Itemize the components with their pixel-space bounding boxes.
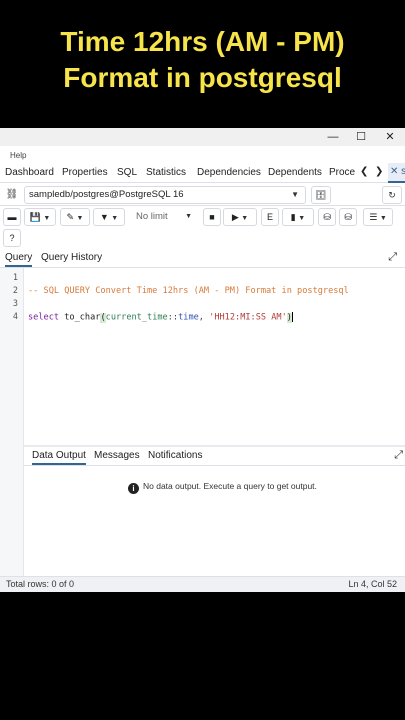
line-number: 2 [12, 286, 18, 296]
no-data-text: No data output. Execute a query to get o… [143, 481, 317, 491]
edit-pencil-icon[interactable]: ✎ ▼ [60, 208, 90, 226]
line-number: 3 [12, 299, 18, 309]
title-bar: — ☐ ✕ [0, 128, 405, 146]
tab-messages[interactable]: Messages [94, 450, 140, 461]
line-number: 1 [12, 273, 18, 283]
connection-link-icon[interactable]: ⛓ [5, 188, 19, 202]
row-limit-value: No limit [136, 211, 168, 222]
banner-title-line1: Time 12hrs (AM - PM) [60, 26, 345, 57]
code-line-select: select to_char(current_time::time, 'HH12… [28, 312, 293, 323]
tab-query-tool-active[interactable]: ✕ sa [388, 163, 405, 183]
code-keyword: select [28, 312, 60, 323]
expand-icon[interactable]: ⤢ [394, 449, 403, 462]
commit-icon[interactable]: ⛁ [318, 208, 336, 226]
maximize-button[interactable]: ☐ [347, 128, 375, 146]
menu-help[interactable]: Help [10, 151, 26, 160]
line-number: 4 [12, 312, 18, 322]
code-separator: , [198, 312, 210, 323]
tab-query[interactable]: Query [5, 252, 33, 267]
tab-processes[interactable]: Proce [329, 167, 355, 178]
code-string: 'HH12:MI:SS AM' [209, 312, 287, 323]
tab-notifications[interactable]: Notifications [148, 450, 202, 461]
rollback-icon[interactable]: ⛁ [339, 208, 357, 226]
status-bar: Total rows: 0 of 0 Ln 4, Col 52 [0, 576, 405, 592]
explain-analyze-chart-icon[interactable]: ▮ ▼ [282, 208, 314, 226]
code-function: to_char [64, 312, 101, 323]
help-icon[interactable]: ? [3, 229, 21, 247]
banner-title-line2: Format in postgresql [63, 62, 342, 93]
cursor-position: Ln 4, Col 52 [348, 579, 397, 589]
tab-scroll-left-icon[interactable]: ❮ [360, 166, 368, 177]
stop-icon[interactable]: ■ [203, 208, 221, 226]
refresh-icon-button[interactable]: ↻ [382, 186, 402, 204]
connection-bar: ⛓ sampledb/postgres@PostgreSQL 16 ▼ 🗄 ↻ [0, 184, 405, 206]
tab-query-history[interactable]: Query History [41, 252, 102, 263]
close-window-button[interactable]: ✕ [376, 128, 404, 146]
video-title-banner: Time 12hrs (AM - PM) Format in postgresq… [0, 0, 405, 128]
open-file-icon[interactable]: ▬ [3, 208, 21, 226]
chevron-down-icon: ▼ [291, 190, 299, 199]
chevron-down-icon: ▼ [185, 213, 192, 220]
connection-select[interactable]: sampledb/postgres@PostgreSQL 16 ▼ [24, 186, 306, 204]
query-toolbar: ▬ 💾 ▼ ✎ ▼ ▼ ▼ No limit ▼ ■ ▶ ▼ E ▮ ▼ ⛁ ⛁… [0, 206, 405, 248]
tab-dependencies[interactable]: Dependencies [197, 167, 261, 178]
code-type: time [178, 312, 199, 323]
tab-statistics[interactable]: Statistics [146, 167, 186, 178]
tab-properties[interactable]: Properties [62, 167, 108, 178]
data-output-panel: i No data output. Execute a query to get … [24, 466, 405, 576]
no-data-message: i No data output. Execute a query to get … [128, 481, 317, 494]
explain-icon[interactable]: E [261, 208, 279, 226]
tab-scroll-right-icon[interactable]: ❯ [375, 166, 383, 177]
pgadmin-window: — ☐ ✕ Help Dashboard Properties SQL Stat… [0, 128, 405, 592]
expand-icon[interactable]: ⤢ [388, 251, 397, 264]
connection-value: sampledb/postgres@PostgreSQL 16 [29, 189, 184, 200]
query-tabs: Query Query History ⤢ [0, 249, 405, 268]
text-cursor [291, 312, 293, 322]
line-number-gutter: 1 2 3 4 [0, 268, 24, 445]
output-gutter [0, 445, 24, 576]
total-rows: Total rows: 0 of 0 [6, 579, 75, 589]
tab-dependents[interactable]: Dependents [268, 167, 322, 178]
object-tabs: Dashboard Properties SQL Statistics Depe… [0, 163, 405, 183]
sql-editor[interactable]: 1 2 3 4 -- SQL QUERY Convert Time 12hrs … [0, 268, 405, 445]
code-line-comment: -- SQL QUERY Convert Time 12hrs (AM - PM… [28, 286, 349, 296]
code-cast-operator: :: [167, 312, 179, 323]
code-variable: current_time [105, 312, 168, 323]
row-limit-select[interactable]: No limit ▼ [130, 208, 196, 226]
database-icon-button[interactable]: 🗄 [311, 186, 331, 204]
filter-icon[interactable]: ▼ ▼ [93, 208, 125, 226]
output-tabs: Data Output Messages Notifications ⤢ [24, 447, 405, 466]
tab-sql[interactable]: SQL [117, 167, 137, 178]
tab-data-output[interactable]: Data Output [32, 450, 86, 465]
minimize-button[interactable]: — [319, 128, 347, 146]
execute-play-icon[interactable]: ▶ ▼ [223, 208, 257, 226]
info-icon: i [128, 483, 139, 494]
save-file-icon[interactable]: 💾 ▼ [24, 208, 56, 226]
tab-dashboard[interactable]: Dashboard [5, 167, 54, 178]
macros-list-icon[interactable]: ☰ ▼ [363, 208, 393, 226]
